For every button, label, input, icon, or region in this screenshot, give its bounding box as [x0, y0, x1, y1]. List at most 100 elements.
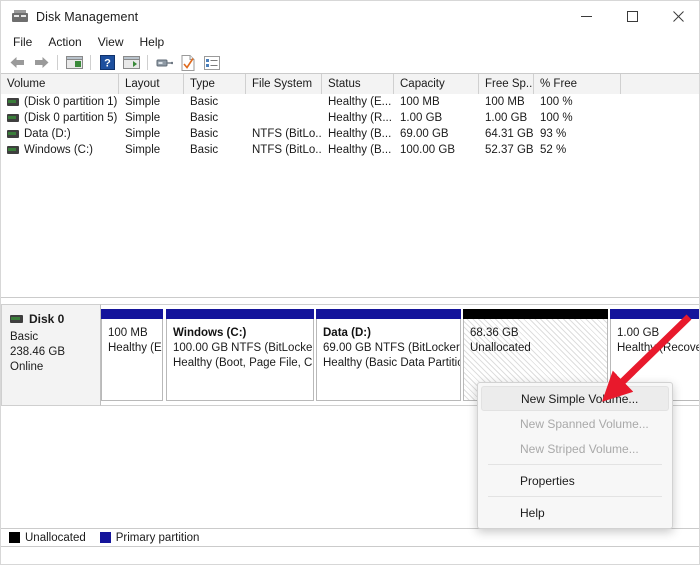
- window-title: Disk Management: [36, 9, 139, 24]
- volume-drive-icon: [7, 114, 19, 122]
- volume-list-header: Volume Layout Type File System Status Capacit…: [1, 74, 699, 94]
- toolbar-separator: [90, 55, 91, 70]
- legend-swatch-primary: [99, 532, 111, 543]
- help-icon[interactable]: ?: [96, 53, 118, 72]
- disk-type: Basic: [10, 331, 39, 343]
- cell-type: Basic: [190, 128, 219, 140]
- disk-title: Disk 0: [10, 312, 100, 326]
- cell-free-space: 1.00 GB: [485, 112, 528, 124]
- context-menu-item-new-spanned-volume: New Spanned Volume...: [520, 416, 649, 431]
- menu-item-file[interactable]: File: [5, 34, 40, 50]
- column-header-type[interactable]: Type: [184, 74, 246, 94]
- cell-percent-free: 93 %: [540, 128, 567, 140]
- show-hide-action-pane-icon[interactable]: [120, 53, 142, 72]
- column-header-volume[interactable]: Volume: [1, 74, 119, 94]
- menu-item-view[interactable]: View: [90, 34, 132, 50]
- menu-bar: File Action View Help: [1, 32, 699, 52]
- partition-color-bar: [166, 309, 314, 319]
- disk-info-panel[interactable]: Disk 0 Basic 238.46 GB Online: [1, 304, 101, 406]
- partition-size-fs: 1.00 GB: [617, 327, 660, 339]
- minimize-button[interactable]: [563, 1, 609, 32]
- cell-free-space: 64.31 GB: [485, 128, 534, 140]
- context-menu: New Simple Volume... New Spanned Volume..…: [477, 382, 673, 529]
- cell-status: Healthy (B...: [328, 128, 392, 140]
- disk-management-window: Disk Management File Action View Help ? …: [0, 0, 700, 565]
- partition-size-fs: 100 MB: [108, 327, 148, 339]
- cell-file-system: [246, 94, 322, 110]
- volume-label: (Disk 0 partition 1): [24, 96, 118, 108]
- toolbar-separator: [147, 55, 148, 70]
- cell-status: Healthy (R...: [328, 112, 392, 124]
- partition-size-fs: 69.00 GB NTFS (BitLocker Er: [323, 342, 461, 354]
- partition-efi[interactable]: 100 MB Healthy (E: [101, 309, 163, 401]
- volume-list-rows: (Disk 0 partition 1) Simple Basic Healthy (…: [1, 94, 699, 158]
- table-row[interactable]: (Disk 0 partition 5) Simple Basic Healthy (…: [1, 110, 699, 126]
- cell-volume: (Disk 0 partition 5): [1, 110, 119, 126]
- forward-arrow-icon[interactable]: [30, 53, 52, 72]
- cell-layout: Simple: [125, 144, 161, 156]
- rescan-disks-icon[interactable]: [153, 53, 175, 72]
- context-menu-item-new-striped-volume: New Striped Volume...: [520, 441, 639, 456]
- column-header-free[interactable]: % Free: [534, 74, 621, 94]
- partition-status: Unallocated: [470, 342, 531, 354]
- cell-file-system: NTFS (BitLo...: [252, 128, 322, 140]
- context-menu-separator: [488, 464, 662, 465]
- partition-status: Healthy (Basic Data Partition: [323, 357, 461, 369]
- menu-item-action[interactable]: Action: [40, 34, 89, 50]
- partition-size-fs: 68.36 GB: [470, 327, 519, 339]
- cell-layout: Simple: [125, 112, 161, 124]
- partition-data-d[interactable]: Data (D:) 69.00 GB NTFS (BitLocker Er Heal…: [316, 309, 461, 401]
- column-header-layout[interactable]: Layout: [119, 74, 184, 94]
- partition-status: Healthy (E: [108, 342, 162, 354]
- context-menu-item-properties[interactable]: Properties: [478, 468, 672, 493]
- column-header-blank[interactable]: [621, 74, 699, 94]
- list-view-icon[interactable]: [201, 53, 223, 72]
- partition-size-fs: 100.00 GB NTFS (BitLocker Er: [173, 342, 314, 354]
- legend-label-unallocated: Unallocated: [25, 531, 86, 544]
- column-header-file-system[interactable]: File System: [246, 74, 322, 94]
- partition-status: Healthy (Recover: [617, 342, 700, 354]
- cell-capacity: 69.00 GB: [400, 128, 449, 140]
- menu-item-help[interactable]: Help: [132, 34, 173, 50]
- cell-status: Healthy (E...: [328, 96, 392, 108]
- table-row[interactable]: Windows (C:) Simple Basic NTFS (BitLo... Hea…: [1, 142, 699, 158]
- cell-file-system: NTFS (BitLo...: [252, 144, 322, 156]
- context-menu-item-help[interactable]: Help: [478, 500, 672, 525]
- cell-percent-free: 100 %: [540, 112, 573, 124]
- partition-color-bar: [610, 309, 699, 319]
- partition-name: Data (D:): [323, 327, 371, 339]
- close-button[interactable]: [655, 1, 699, 32]
- column-header-status[interactable]: Status: [322, 74, 394, 94]
- column-header-free-sp[interactable]: Free Sp...: [479, 74, 534, 94]
- properties-icon[interactable]: [177, 53, 199, 72]
- volume-drive-icon: [7, 146, 19, 154]
- maximize-button[interactable]: [609, 1, 655, 32]
- disk-status: Online: [10, 361, 44, 373]
- volume-label: Data (D:): [24, 128, 71, 140]
- disk-size: 238.46 GB: [10, 346, 65, 358]
- partition-status: Healthy (Boot, Page File, Cra:: [173, 357, 314, 369]
- context-menu-item-new-simple-volume[interactable]: New Simple Volume...: [481, 386, 669, 411]
- column-header-capacity[interactable]: Capacity: [394, 74, 479, 94]
- partition-color-bar: [101, 309, 163, 319]
- partition-body: Data (D:) 69.00 GB NTFS (BitLocker Er Heal…: [316, 319, 461, 401]
- legend-swatch-unallocated: [9, 532, 20, 543]
- cell-free-space: 100 MB: [485, 96, 525, 108]
- volume-label: Windows (C:): [24, 144, 94, 156]
- table-row[interactable]: Data (D:) Simple Basic NTFS (BitLo... Health…: [1, 126, 699, 142]
- cell-free-space: 52.37 GB: [485, 144, 534, 156]
- cell-capacity: 1.00 GB: [400, 112, 443, 124]
- show-hide-console-tree-icon[interactable]: [63, 53, 85, 72]
- back-arrow-icon[interactable]: [6, 53, 28, 72]
- cell-file-system: [246, 110, 322, 126]
- svg-text:?: ?: [104, 58, 111, 70]
- cell-status: Healthy (B...: [328, 144, 392, 156]
- partition-windows-c[interactable]: Windows (C:) 100.00 GB NTFS (BitLocker Er…: [166, 309, 314, 401]
- table-row[interactable]: (Disk 0 partition 1) Simple Basic Healthy (…: [1, 94, 699, 110]
- disk-icon: [10, 315, 23, 323]
- context-menu-separator: [488, 496, 662, 497]
- cell-type: Basic: [190, 144, 219, 156]
- disk-name: Disk 0: [29, 312, 65, 326]
- volume-drive-icon: [7, 98, 19, 106]
- cell-capacity: 100.00 GB: [400, 144, 455, 156]
